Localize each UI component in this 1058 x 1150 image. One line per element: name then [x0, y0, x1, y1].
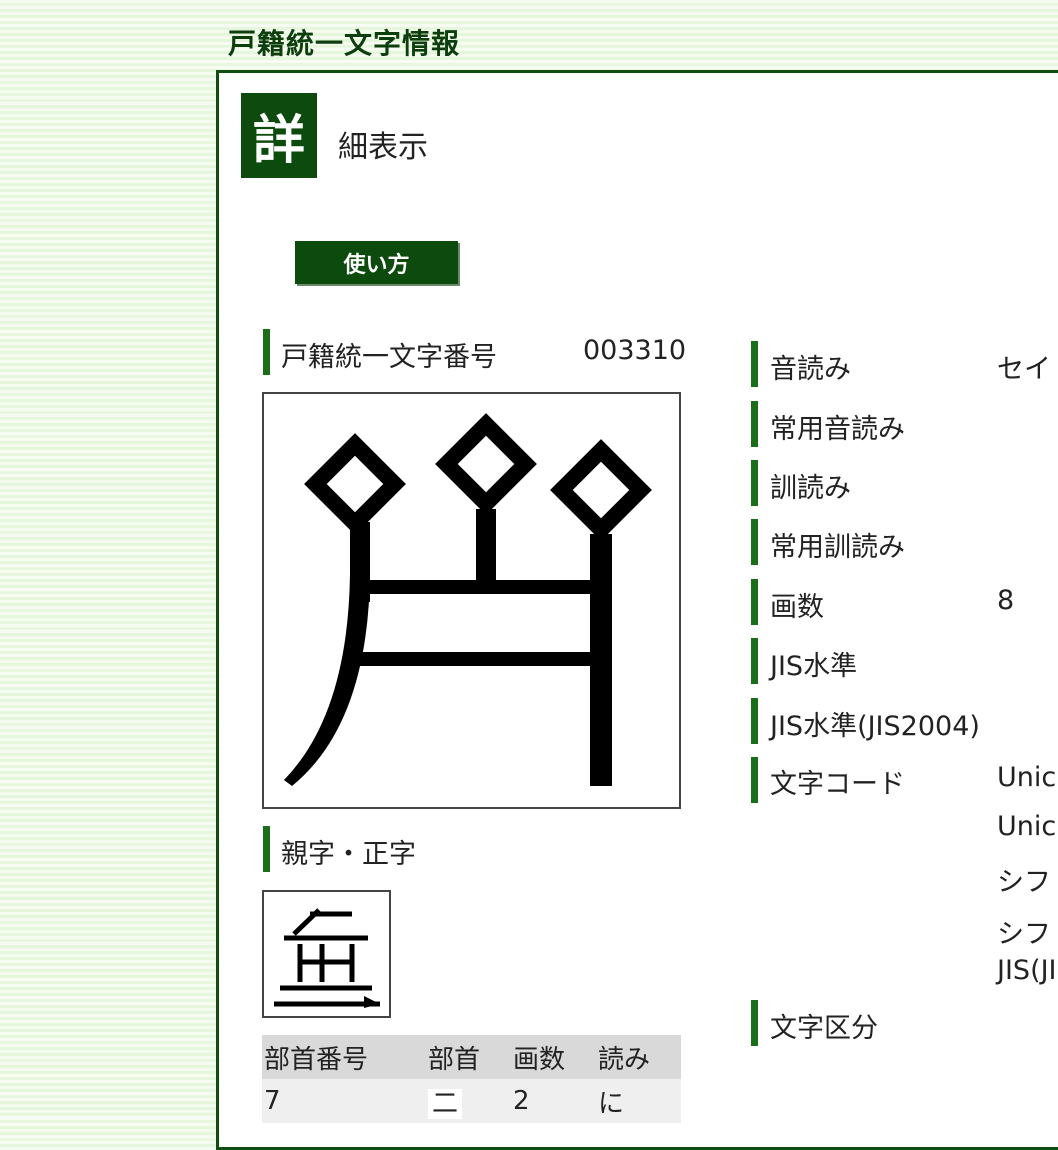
label-bar [751, 757, 758, 803]
parent-label: 親字・正字 [281, 839, 416, 870]
radical-table: 部首番号 部首 画数 読み 7 二 2 に [262, 1035, 681, 1123]
reading-label-strokes: 画数 [770, 592, 824, 623]
code-line-sjis-2: シフ [997, 919, 1051, 950]
header-strokes: 画数 [510, 1035, 596, 1079]
char-number-label: 戸籍統一文字番号 [281, 342, 497, 373]
cell-radical[interactable]: 二 [425, 1079, 511, 1123]
reading-value-strokes: 8 [997, 585, 1015, 616]
howto-button[interactable]: 使い方 [295, 241, 458, 284]
char-glyph-box [262, 392, 681, 809]
cell-reading: に [595, 1079, 681, 1123]
table-row: 7 二 2 に [262, 1079, 681, 1123]
reading-label-jis-level: JIS水準 [770, 651, 858, 682]
reading-label-jis2004: JIS水準(JIS2004) [770, 711, 980, 742]
label-bar [751, 638, 758, 684]
reading-label-char-code: 文字コード [770, 769, 905, 800]
reading-label-joyo-on: 常用音読み [770, 414, 905, 445]
label-bar [751, 698, 758, 744]
label-bar [751, 401, 758, 447]
char-number-value: 003310 [583, 335, 687, 366]
label-bar [751, 519, 758, 565]
cell-strokes: 2 [510, 1079, 596, 1123]
code-line-unicode-2: Unic [997, 811, 1057, 842]
kanji-glyph-icon [284, 413, 652, 786]
reading-label-kun: 訓読み [770, 473, 851, 504]
label-bar [751, 341, 758, 387]
code-line-jis: JIS(JI [997, 955, 1057, 986]
label-bar [263, 329, 270, 375]
heading-badge: 詳 [241, 93, 317, 178]
header-radical: 部首 [425, 1035, 511, 1079]
radical-glyph-link[interactable]: 二 [427, 1088, 462, 1119]
page-title: 細表示 [338, 130, 428, 165]
label-bar [751, 579, 758, 625]
reading-value-on: セイ [997, 354, 1051, 385]
code-line-sjis: シフ [997, 867, 1051, 898]
site-title: 戸籍統一文字情報 [228, 27, 461, 60]
label-bar [751, 460, 758, 506]
cell-radical-number: 7 [262, 1079, 426, 1123]
table-header-row: 部首番号 部首 画数 読み [262, 1035, 681, 1079]
reading-label-joyo-kun: 常用訓読み [770, 532, 905, 563]
parent-glyph-icon [274, 908, 380, 1008]
parent-glyph-box[interactable] [262, 890, 391, 1018]
label-bar [751, 1000, 758, 1046]
header-radical-number: 部首番号 [262, 1035, 426, 1079]
header-reading: 読み [595, 1035, 681, 1079]
code-line-unicode: Unic [997, 762, 1057, 793]
reading-label-char-class: 文字区分 [770, 1013, 878, 1044]
reading-label-on: 音読み [770, 354, 851, 385]
label-bar [263, 826, 270, 872]
